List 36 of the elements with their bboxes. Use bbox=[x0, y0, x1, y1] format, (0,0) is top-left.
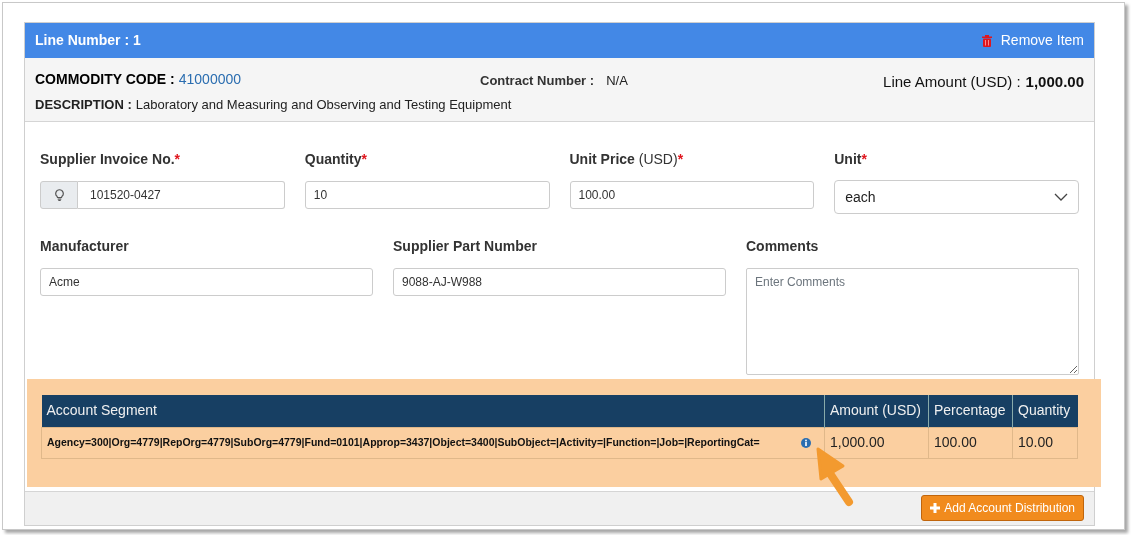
line-number-title: Line Number : 1 bbox=[35, 31, 141, 50]
contract-number-label: Contract Number : bbox=[480, 72, 595, 90]
line-amount-label: Line Amount (USD) : bbox=[883, 72, 1021, 92]
commodity-code-value: 41000000 bbox=[178, 70, 242, 89]
column-header: Amount (USD) bbox=[824, 395, 929, 427]
table-cell: 10.00 bbox=[1012, 427, 1078, 458]
info-icon[interactable] bbox=[801, 437, 811, 448]
input-field[interactable]: 10 bbox=[304, 181, 550, 209]
plus-icon bbox=[930, 503, 941, 513]
field-label: Manufacturer bbox=[40, 237, 129, 256]
column-header: Percentage bbox=[928, 395, 1013, 427]
remove-item-button[interactable]: Remove Item bbox=[981, 30, 1084, 51]
field-label: Supplier Part Number bbox=[393, 237, 537, 256]
unit-dropdown[interactable]: each bbox=[834, 180, 1079, 214]
column-header: Account Segment bbox=[41, 395, 825, 427]
field-label: Unit* bbox=[834, 150, 867, 169]
field-label: Comments bbox=[746, 237, 819, 256]
input-field[interactable]: 100.00 bbox=[569, 181, 815, 209]
input-field[interactable]: 9088-AJ-W988 bbox=[393, 268, 726, 296]
field-label: Supplier Invoice No.* bbox=[40, 150, 181, 169]
contract-number-value: N/A bbox=[606, 72, 628, 90]
line-amount-value: 1,000.00 bbox=[1025, 72, 1084, 92]
comments-field[interactable]: Enter Comments bbox=[746, 268, 1079, 375]
description-label: DESCRIPTION : bbox=[35, 96, 132, 114]
trash-icon bbox=[981, 34, 992, 47]
column-header: Quantity bbox=[1012, 395, 1078, 427]
table-cell: 100.00 bbox=[928, 427, 1013, 458]
lightbulb-icon bbox=[54, 189, 64, 201]
input-field[interactable]: 101520-0427 bbox=[78, 181, 285, 209]
chevron-down-icon bbox=[1054, 193, 1068, 201]
description-value: Laboratory and Measuring and Observing and Testing Equipment bbox=[135, 96, 512, 114]
table-cell-text: Agency=300|Org=4779|RepOrg=4779|SubOrg=4779|Fund=0101|Approp=3437|Object=3400|SubObject=|Activity=|Function=|Job=|ReportingCat= bbox=[47, 434, 760, 450]
field-label: Unit Price (USD)* bbox=[569, 150, 684, 169]
field-label: Quantity* bbox=[304, 150, 367, 169]
input-field[interactable]: Acme bbox=[40, 268, 373, 296]
commodity-code-label: COMMODITY CODE : bbox=[35, 70, 175, 89]
